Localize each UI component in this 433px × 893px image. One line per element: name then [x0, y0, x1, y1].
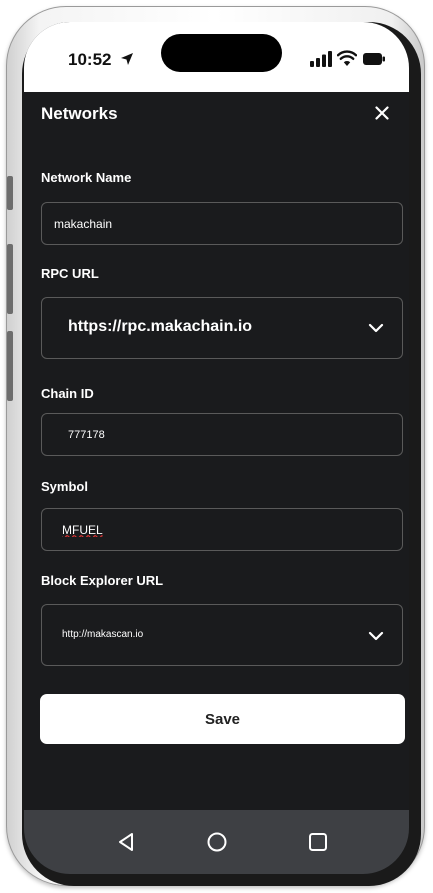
rpc-url-select[interactable]: https://rpc.makachain.io [41, 297, 403, 359]
chain-id-field[interactable] [41, 413, 403, 456]
side-button-mute [7, 176, 13, 210]
chain-id-input[interactable] [68, 414, 368, 455]
nav-back-button[interactable] [108, 824, 144, 860]
system-nav-bar [24, 810, 409, 874]
page-title: Networks [41, 104, 118, 123]
block-explorer-url-select[interactable]: http://makascan.io [41, 604, 403, 666]
network-name-label: Network Name [41, 170, 132, 185]
dynamic-island [161, 34, 282, 72]
rpc-url-label: RPC URL [41, 266, 99, 281]
triangle-back-icon [119, 833, 133, 851]
phone-screen: 10:52 Networks Network Name makachain RP… [24, 22, 409, 874]
close-icon [375, 106, 389, 120]
nav-home-button[interactable] [199, 824, 235, 860]
chevron-down-icon [368, 323, 384, 333]
block-explorer-url-label: Block Explorer URL [41, 573, 164, 588]
status-bar: 10:52 [24, 22, 409, 92]
battery-icon [363, 53, 385, 65]
symbol-field[interactable] [41, 508, 403, 551]
square-recents-icon [309, 833, 327, 851]
status-time: 10:52 [68, 50, 112, 69]
side-button-volume-down [7, 331, 13, 401]
network-name-input[interactable] [54, 203, 354, 244]
cellular-signal-icon [310, 51, 332, 67]
app-header: Networks [24, 92, 409, 134]
chain-id-label: Chain ID [41, 386, 94, 401]
location-arrow-icon [121, 53, 133, 65]
close-button[interactable] [369, 100, 395, 126]
network-name-field[interactable] [41, 202, 403, 245]
rpc-url-value: https://rpc.makachain.io [68, 318, 253, 335]
circle-home-icon [207, 832, 227, 852]
block-explorer-url-value: http://makascan.io [62, 629, 144, 640]
save-button[interactable]: Save [40, 694, 405, 744]
symbol-label: Symbol [41, 479, 88, 494]
wifi-icon [337, 50, 357, 66]
side-button-volume-up [7, 244, 13, 314]
nav-recents-button[interactable] [300, 824, 336, 860]
chevron-down-icon [368, 631, 384, 641]
symbol-input[interactable] [62, 509, 362, 550]
